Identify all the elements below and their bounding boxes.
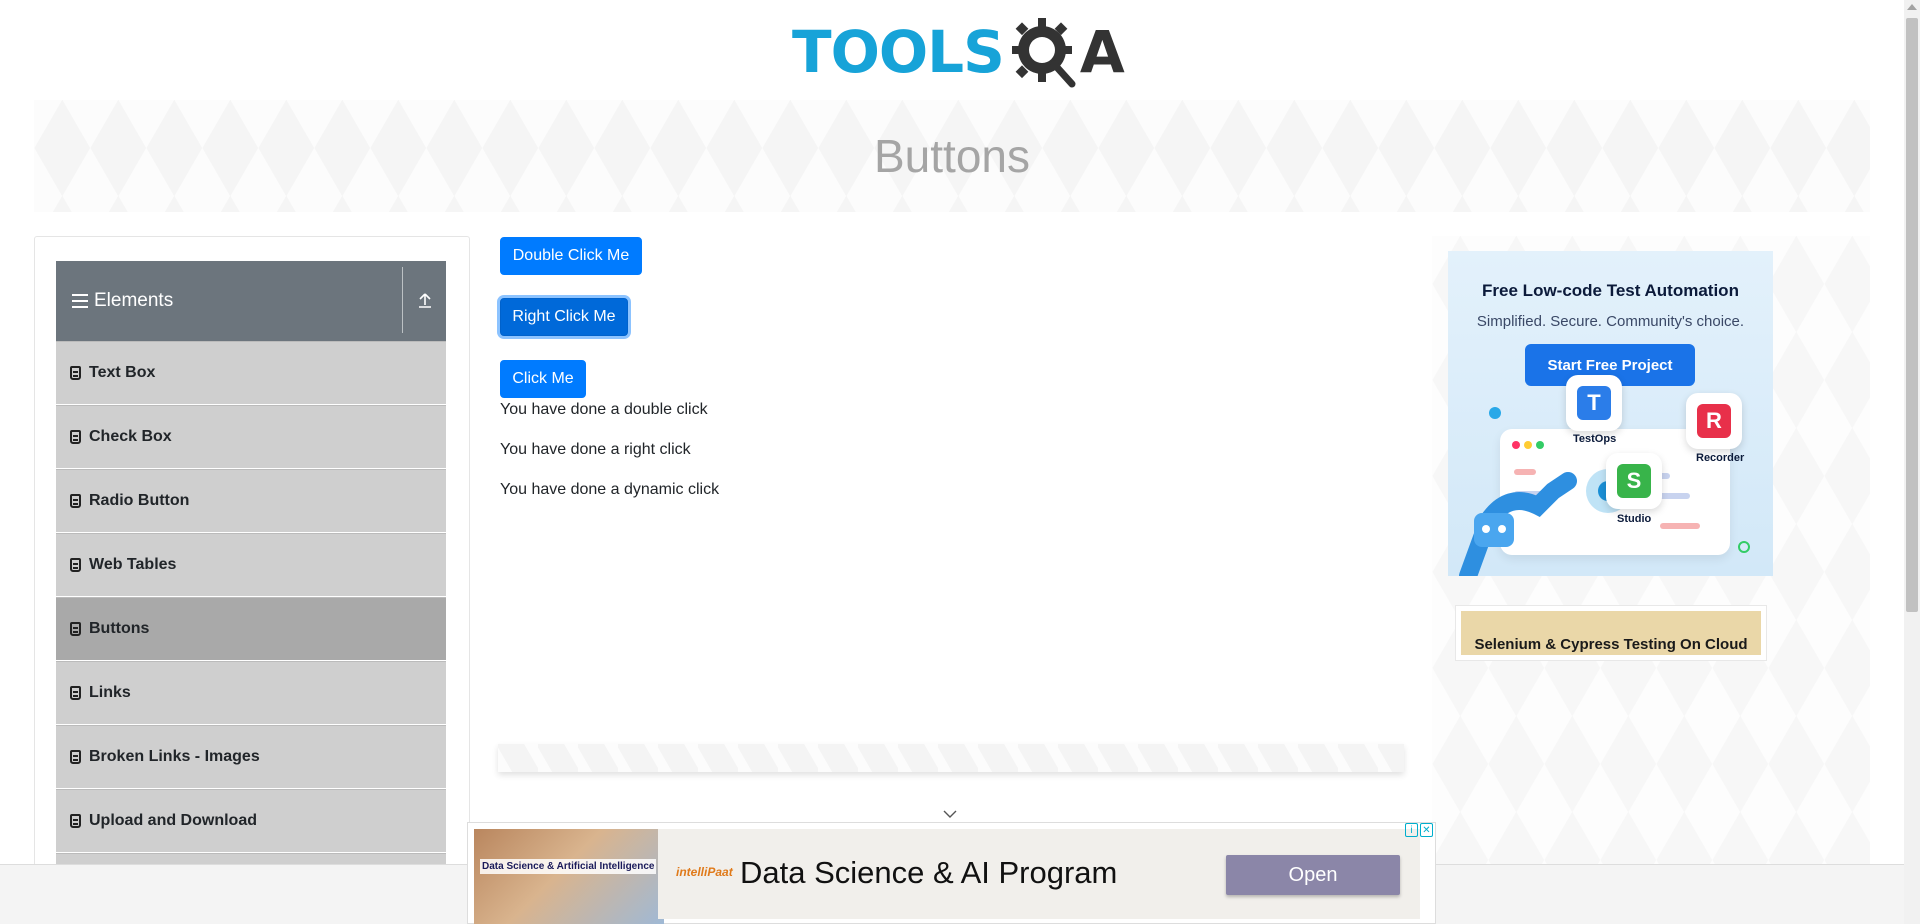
chevron-down-icon[interactable] bbox=[942, 806, 958, 822]
bottom-ad[interactable]: Data Science & Artificial Intelligence i… bbox=[467, 822, 1436, 924]
double-click-button[interactable]: Double Click Me bbox=[500, 237, 642, 275]
close-icon[interactable]: ✕ bbox=[1420, 823, 1433, 837]
toolsqa-logo[interactable]: TOOLS A bbox=[792, 12, 1125, 92]
click-me-button[interactable]: Click Me bbox=[500, 360, 586, 398]
sidebar-item-label: Broken Links - Images bbox=[89, 748, 260, 765]
intellipaat-logo: intelliPaat bbox=[676, 865, 733, 879]
ad-body: intelliPaat Data Science & AI Program Op… bbox=[658, 829, 1420, 919]
html5-icon bbox=[70, 750, 81, 764]
html5-icon bbox=[70, 622, 81, 636]
html5-icon bbox=[70, 686, 81, 700]
sidebar-item-broken-links[interactable]: Broken Links - Images bbox=[56, 725, 446, 789]
ad-choices[interactable]: i ✕ bbox=[1405, 823, 1433, 839]
katalon-ad[interactable]: Free Low-code Test Automation Simplified… bbox=[1448, 251, 1773, 576]
elements-group-header[interactable]: Elements bbox=[56, 261, 446, 341]
sidebar-item-buttons[interactable]: Buttons bbox=[56, 597, 446, 661]
scrollbar-thumb[interactable] bbox=[1906, 18, 1918, 612]
html5-icon bbox=[70, 494, 81, 508]
gear-magnifier-icon bbox=[1006, 12, 1088, 92]
sidebar-item-upload-download[interactable]: Upload and Download bbox=[56, 789, 446, 853]
robot-arm-illustration bbox=[1459, 407, 1750, 576]
ad-thumbnail: Data Science & Artificial Intelligence bbox=[474, 829, 664, 924]
open-button[interactable]: Open bbox=[1226, 855, 1400, 895]
cloud-testing-ad[interactable]: Selenium & Cypress Testing On Cloud bbox=[1455, 605, 1767, 661]
sidebar-item-text-box[interactable]: Text Box bbox=[56, 341, 446, 405]
page-banner: Buttons bbox=[34, 100, 1870, 212]
content-footer-strip bbox=[498, 744, 1404, 772]
sidebar-item-label: Radio Button bbox=[89, 492, 190, 509]
page-title: Buttons bbox=[874, 130, 1030, 182]
html5-icon bbox=[70, 814, 81, 828]
html5-icon bbox=[70, 366, 81, 380]
scroll-up-arrow-icon[interactable] bbox=[1907, 4, 1917, 10]
dynamic-click-message: You have done a dynamic click bbox=[500, 481, 720, 498]
ad-headline: Data Science & AI Program bbox=[740, 855, 1118, 890]
sidebar-item-label: Links bbox=[89, 684, 131, 701]
group-title: Elements bbox=[94, 290, 174, 311]
ad-thumb-text: Data Science & Artificial Intelligence bbox=[480, 859, 657, 874]
sidebar-item-radio-button[interactable]: Radio Button bbox=[56, 469, 446, 533]
logo-text: TOOLS bbox=[792, 18, 1005, 86]
html5-icon bbox=[70, 430, 81, 444]
right-click-button[interactable]: Right Click Me bbox=[500, 298, 628, 336]
sidebar-item-label: Check Box bbox=[89, 428, 172, 445]
sidebar-item-label: Buttons bbox=[89, 620, 150, 637]
sidebar-menu: Text Box Check Box Radio Button Web Tabl… bbox=[56, 341, 446, 917]
collapse-arrow-icon[interactable] bbox=[414, 289, 436, 311]
info-icon[interactable]: i bbox=[1405, 823, 1418, 837]
header-divider bbox=[402, 267, 403, 333]
sidebar-item-links[interactable]: Links bbox=[56, 661, 446, 725]
hamburger-icon bbox=[72, 294, 88, 308]
sidebar-item-web-tables[interactable]: Web Tables bbox=[56, 533, 446, 597]
right-click-message: You have done a right click bbox=[500, 441, 691, 458]
sidebar-item-label: Text Box bbox=[89, 364, 156, 381]
sidebar-item-label: Web Tables bbox=[89, 556, 177, 573]
html5-icon bbox=[70, 558, 81, 572]
sidebar-item-label: Upload and Download bbox=[89, 812, 257, 829]
double-click-message: You have done a double click bbox=[500, 401, 708, 418]
sidebar-item-check-box[interactable]: Check Box bbox=[56, 405, 446, 469]
